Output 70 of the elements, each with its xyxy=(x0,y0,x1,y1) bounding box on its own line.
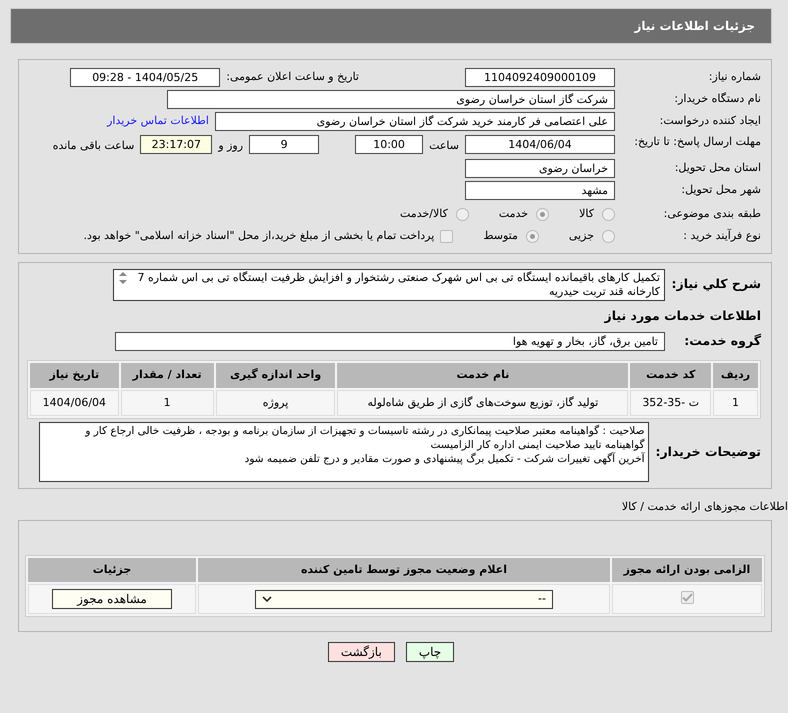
table-cell: 1 xyxy=(713,390,758,416)
dropdown[interactable]: -- xyxy=(255,590,553,608)
radio-button[interactable] xyxy=(456,208,469,220)
table-cell: 1404/06/04 xyxy=(30,390,119,416)
column-header: تعداد / مقدار xyxy=(120,363,214,388)
input-field[interactable]: مشهد xyxy=(465,180,615,200)
column-header: واحد اندازه گیری xyxy=(216,363,336,388)
input-field[interactable]: 9 xyxy=(249,135,320,154)
input-field[interactable]: تامین برق، گاز، بخار و تهویه هوا xyxy=(115,332,665,352)
field-label: طبقه بندی موضوعی: xyxy=(662,206,761,222)
option-label: کالا xyxy=(579,206,594,222)
input-field[interactable]: 1104092409000109 xyxy=(465,68,615,86)
field-label: روز و xyxy=(218,138,244,154)
view-permit-button[interactable]: مشاهده مجوز xyxy=(52,589,172,609)
text-area-line: آخرین آگهی تغییرات شرکت - تکمیل برگ پیشنهادی و صورت مقادیر و درج تلفن ضمیمه شود xyxy=(244,452,644,466)
field-label: شرح کلي نياز: xyxy=(671,275,761,293)
field-label: گروه خدمت: xyxy=(683,332,761,350)
input-field[interactable]: خراسان رضوی xyxy=(465,158,615,178)
field-label: نوع فرآیند خرید : xyxy=(682,228,761,244)
column-header: کد خدمت xyxy=(630,363,712,388)
input-field[interactable]: 1404/06/04 xyxy=(465,135,615,154)
text-area[interactable] xyxy=(39,422,650,482)
caret-icon xyxy=(262,596,272,602)
text-area-line: صلاحیت : گواهینامه معتبر صلاحیت پیمانکاری در رشته تاسیسات و تجهیزات از سازمان برنامه و بودجه ، ظرفیت خالی ارجاع کار و گواهینامه تایید صلاحیت ایمنی اداره کار الزامیست xyxy=(84,424,644,452)
checkbox[interactable] xyxy=(680,590,694,604)
column-header: جزئیات xyxy=(28,558,196,582)
page-header: جزئیات اطلاعات نیاز xyxy=(10,8,772,44)
dropdown-value: -- xyxy=(538,590,546,607)
option-label: کالا/خدمت xyxy=(400,206,448,222)
section-title: اطلاعات مجوزهای ارائه خدمت / کالا xyxy=(622,499,788,515)
table-cell: تولید گاز، توزیع سوخت‌های گازی از طریق شاه‌لوله xyxy=(337,390,628,416)
column-header: تاریخ نیاز xyxy=(30,363,119,388)
table-cell: 1 xyxy=(120,390,214,416)
radio-button[interactable] xyxy=(526,230,539,242)
field-label: شهر محل تحویل: xyxy=(680,182,761,198)
field-label: ساعت xyxy=(429,138,459,154)
column-header: اعلام وضعیت مجوز توسط تامین کننده xyxy=(198,558,610,582)
contact-link[interactable]: اطلاعات تماس خریدار xyxy=(107,112,209,130)
field-label: مهلت ارسال پاسخ: تا تاریخ: xyxy=(633,135,761,149)
field-label: توضیحات خریدار: xyxy=(655,442,761,461)
option-label: خدمت xyxy=(498,206,528,222)
text-area[interactable]: تکمیل کارهای باقیمانده ایستگاه تی بی اس شهرک صنعتی رشتخوار و افزایش ظرفیت ایستگاه تی بی اس شماره 7 کارخانه قند تربت حیدریه xyxy=(113,269,665,301)
option-label: متوسط xyxy=(483,228,518,244)
radio-button[interactable] xyxy=(602,208,615,220)
checkbox[interactable] xyxy=(440,230,454,242)
field-label: استان محل تحویل: xyxy=(674,160,761,176)
text-area-content: تکمیل کارهای باقیمانده ایستگاه تی بی اس شهرک صنعتی رشتخوار و افزایش ظرفیت ایستگاه تی بی اس شماره 7 کارخانه قند تربت حیدریه xyxy=(136,271,660,299)
field-label: ساعت باقی مانده xyxy=(52,138,134,154)
field-label: شماره نیاز: xyxy=(708,68,761,85)
input-field[interactable]: علی اعتصامی فر کارمند خرید شرکت گاز استان خراسان رضوی xyxy=(215,112,615,130)
table-cell: ت -35-352 xyxy=(630,390,712,416)
column-header: ردیف xyxy=(713,363,758,388)
radio-button[interactable] xyxy=(602,230,615,242)
section-heading: اطلاعات خدمات مورد نیاز xyxy=(603,306,761,325)
print-button[interactable]: چاپ xyxy=(406,642,454,662)
back-button[interactable]: بازگشت xyxy=(328,642,395,662)
input-field[interactable]: 10:00 xyxy=(355,135,424,154)
field-label: نام دستگاه خریدار: xyxy=(673,90,761,107)
input-field[interactable]: 23:17:07 xyxy=(140,135,212,154)
field-label: تاریخ و ساعت اعلان عمومی: xyxy=(226,68,359,85)
column-header: نام خدمت xyxy=(337,363,628,388)
table-cell: پروژه xyxy=(216,390,336,416)
radio-button[interactable] xyxy=(536,208,550,220)
field-label: ایجاد کننده درخواست: xyxy=(658,112,761,129)
input-field[interactable]: 1404/05/25 - 09:28 xyxy=(70,68,220,86)
scroll-arrows-icon[interactable] xyxy=(118,271,128,285)
input-field[interactable]: شرکت گاز استان خراسان رضوی xyxy=(167,90,615,108)
option-label: جزیی xyxy=(568,228,594,244)
column-header: الزامی بودن ارائه مجوز xyxy=(612,558,762,582)
checkbox-label: پرداخت تمام یا بخشی از مبلغ خرید،از محل "اسناد خزانه اسلامی" خواهد بود. xyxy=(84,228,434,244)
